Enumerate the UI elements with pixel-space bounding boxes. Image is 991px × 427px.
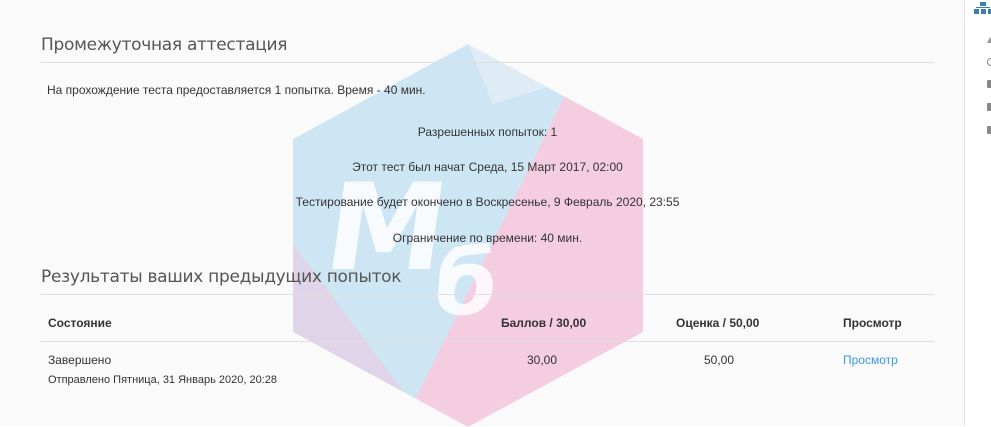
divider — [41, 294, 934, 295]
column-header-grade: Оценка / 50,00 — [676, 316, 760, 330]
main-content: М б Промежуточная аттестация На прохожде… — [0, 0, 964, 427]
block-icon[interactable] — [987, 80, 991, 88]
attempt-state: Завершено — [48, 353, 112, 367]
time-limit: Ограничение по времени: 40 мин. — [392, 231, 583, 245]
column-header-marks: Баллов / 30,00 — [501, 316, 587, 330]
attempt-grade: 50,00 — [704, 353, 735, 367]
quiz-closes: Тестирование будет окончено в Воскресень… — [295, 195, 680, 209]
attempts-allowed: Разрешенных попыток: 1 — [417, 125, 558, 139]
attempt-marks: 30,00 — [527, 353, 558, 367]
quiz-intro: На прохождение теста предоставляется 1 п… — [47, 83, 426, 97]
block-icon[interactable] — [987, 103, 991, 111]
quiz-opened: Этот тест был начат Среда, 15 Март 2017,… — [352, 160, 623, 174]
watermark-letter-b: б — [427, 231, 505, 335]
quiz-title: Промежуточная аттестация — [41, 35, 288, 55]
attempt-submitted: Отправлено Пятница, 31 Январь 2020, 20:2… — [48, 374, 277, 386]
table-header-divider — [41, 341, 934, 342]
block-icon[interactable] — [987, 126, 991, 134]
column-header-state: Состояние — [48, 316, 112, 330]
arrow-up-icon[interactable] — [987, 37, 991, 43]
divider — [41, 62, 934, 63]
blocks-icon[interactable] — [974, 2, 991, 14]
column-header-review: Просмотр — [843, 316, 902, 330]
block-sidebar — [965, 0, 991, 426]
circle-icon[interactable] — [987, 58, 991, 66]
results-title: Результаты ваших предыдущих попыток — [41, 267, 402, 287]
review-link[interactable]: Просмотр — [843, 353, 898, 367]
